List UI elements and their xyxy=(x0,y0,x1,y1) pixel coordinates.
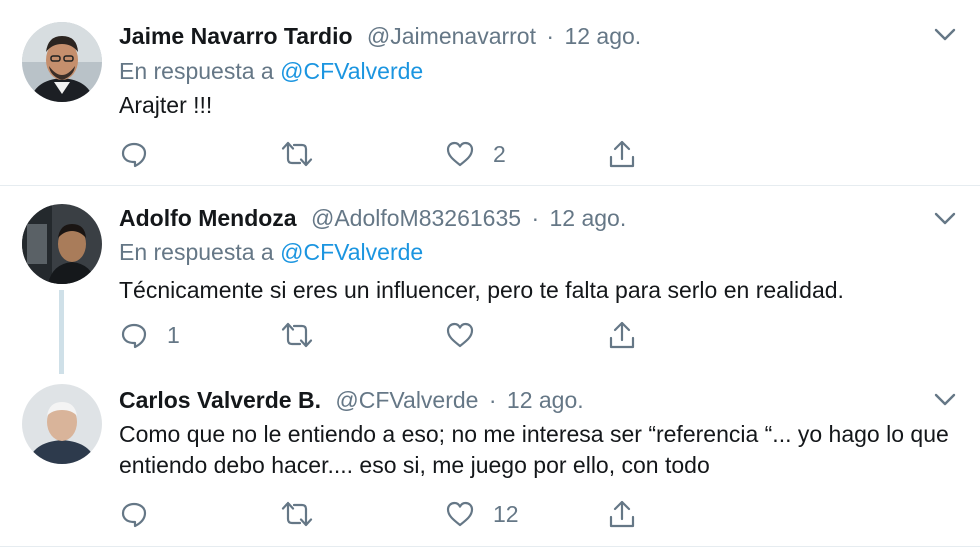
author-name[interactable]: Carlos Valverde B. xyxy=(119,387,321,413)
chevron-down-icon[interactable] xyxy=(934,28,956,42)
reply-button[interactable]: 1 xyxy=(119,318,180,352)
retweet-button[interactable] xyxy=(280,318,332,352)
reply-prefix: En respuesta a xyxy=(119,58,274,84)
thread-connector xyxy=(59,290,64,374)
tweet-date[interactable]: 12 ago. xyxy=(550,205,627,231)
share-icon xyxy=(609,500,635,528)
separator: · xyxy=(531,205,540,231)
heart-icon xyxy=(446,322,474,348)
share-icon xyxy=(609,140,635,168)
heart-icon xyxy=(446,141,474,167)
reply-context: En respuesta a @CFValverde xyxy=(119,56,423,86)
reply-count: 1 xyxy=(167,321,180,348)
tweet-date[interactable]: 12 ago. xyxy=(507,387,584,413)
reply-context: En respuesta a @CFValverde xyxy=(119,237,423,267)
reply-mention-link[interactable]: @CFValverde xyxy=(280,239,423,265)
share-button[interactable] xyxy=(607,137,637,171)
like-button[interactable]: 2 xyxy=(445,137,506,171)
tweet-2[interactable]: Adolfo Mendoza @AdolfoM83261635 · 12 ago… xyxy=(0,186,980,366)
author-handle[interactable]: @Jaimenavarrot xyxy=(367,23,536,49)
like-button[interactable] xyxy=(445,318,493,352)
author-handle[interactable]: @CFValverde xyxy=(335,387,478,413)
tweet-divider xyxy=(0,546,980,547)
tweet-header: Carlos Valverde B. @CFValverde · 12 ago. xyxy=(119,385,584,415)
author-handle[interactable]: @AdolfoM83261635 xyxy=(311,205,521,231)
tweet-header: Jaime Navarro Tardio @Jaimenavarrot · 12… xyxy=(119,21,641,51)
reply-prefix: En respuesta a xyxy=(119,239,274,265)
retweet-icon xyxy=(281,141,313,167)
share-button[interactable] xyxy=(607,497,637,531)
tweet-actions: 12 xyxy=(119,497,679,531)
tweet-1[interactable]: Jaime Navarro Tardio @Jaimenavarrot · 12… xyxy=(0,0,980,186)
author-name[interactable]: Jaime Navarro Tardio xyxy=(119,23,353,49)
like-button[interactable]: 12 xyxy=(445,497,519,531)
tweet-text: Técnicamente si eres un influencer, pero… xyxy=(119,277,844,303)
like-count: 2 xyxy=(493,140,506,167)
reply-icon xyxy=(121,323,147,349)
reply-icon xyxy=(121,142,147,168)
reply-button[interactable] xyxy=(119,497,167,531)
reply-icon xyxy=(121,502,147,528)
separator: · xyxy=(546,23,555,49)
author-name[interactable]: Adolfo Mendoza xyxy=(119,205,297,231)
tweet-header: Adolfo Mendoza @AdolfoM83261635 · 12 ago… xyxy=(119,203,626,233)
tweet-text: Arajter !!! xyxy=(119,92,213,118)
tweet-actions: 2 xyxy=(119,137,679,171)
tweet-3[interactable]: Carlos Valverde B. @CFValverde · 12 ago.… xyxy=(0,366,980,546)
tweet-date[interactable]: 12 ago. xyxy=(564,23,641,49)
retweet-button[interactable] xyxy=(280,497,332,531)
reply-button[interactable] xyxy=(119,137,167,171)
avatar[interactable] xyxy=(22,384,102,464)
retweet-icon xyxy=(281,322,313,348)
heart-icon xyxy=(446,501,474,527)
tweet-actions: 1 xyxy=(119,318,679,352)
chevron-down-icon[interactable] xyxy=(934,393,956,407)
share-icon xyxy=(609,321,635,349)
like-count: 12 xyxy=(493,500,519,527)
chevron-down-icon[interactable] xyxy=(934,212,956,226)
share-button[interactable] xyxy=(607,318,637,352)
retweet-icon xyxy=(281,501,313,527)
retweet-button[interactable] xyxy=(280,137,332,171)
avatar[interactable] xyxy=(22,204,102,284)
reply-mention-link[interactable]: @CFValverde xyxy=(280,58,423,84)
separator: · xyxy=(488,387,497,413)
avatar[interactable] xyxy=(22,22,102,102)
tweet-text: Como que no le entiendo a eso; no me int… xyxy=(119,421,949,478)
